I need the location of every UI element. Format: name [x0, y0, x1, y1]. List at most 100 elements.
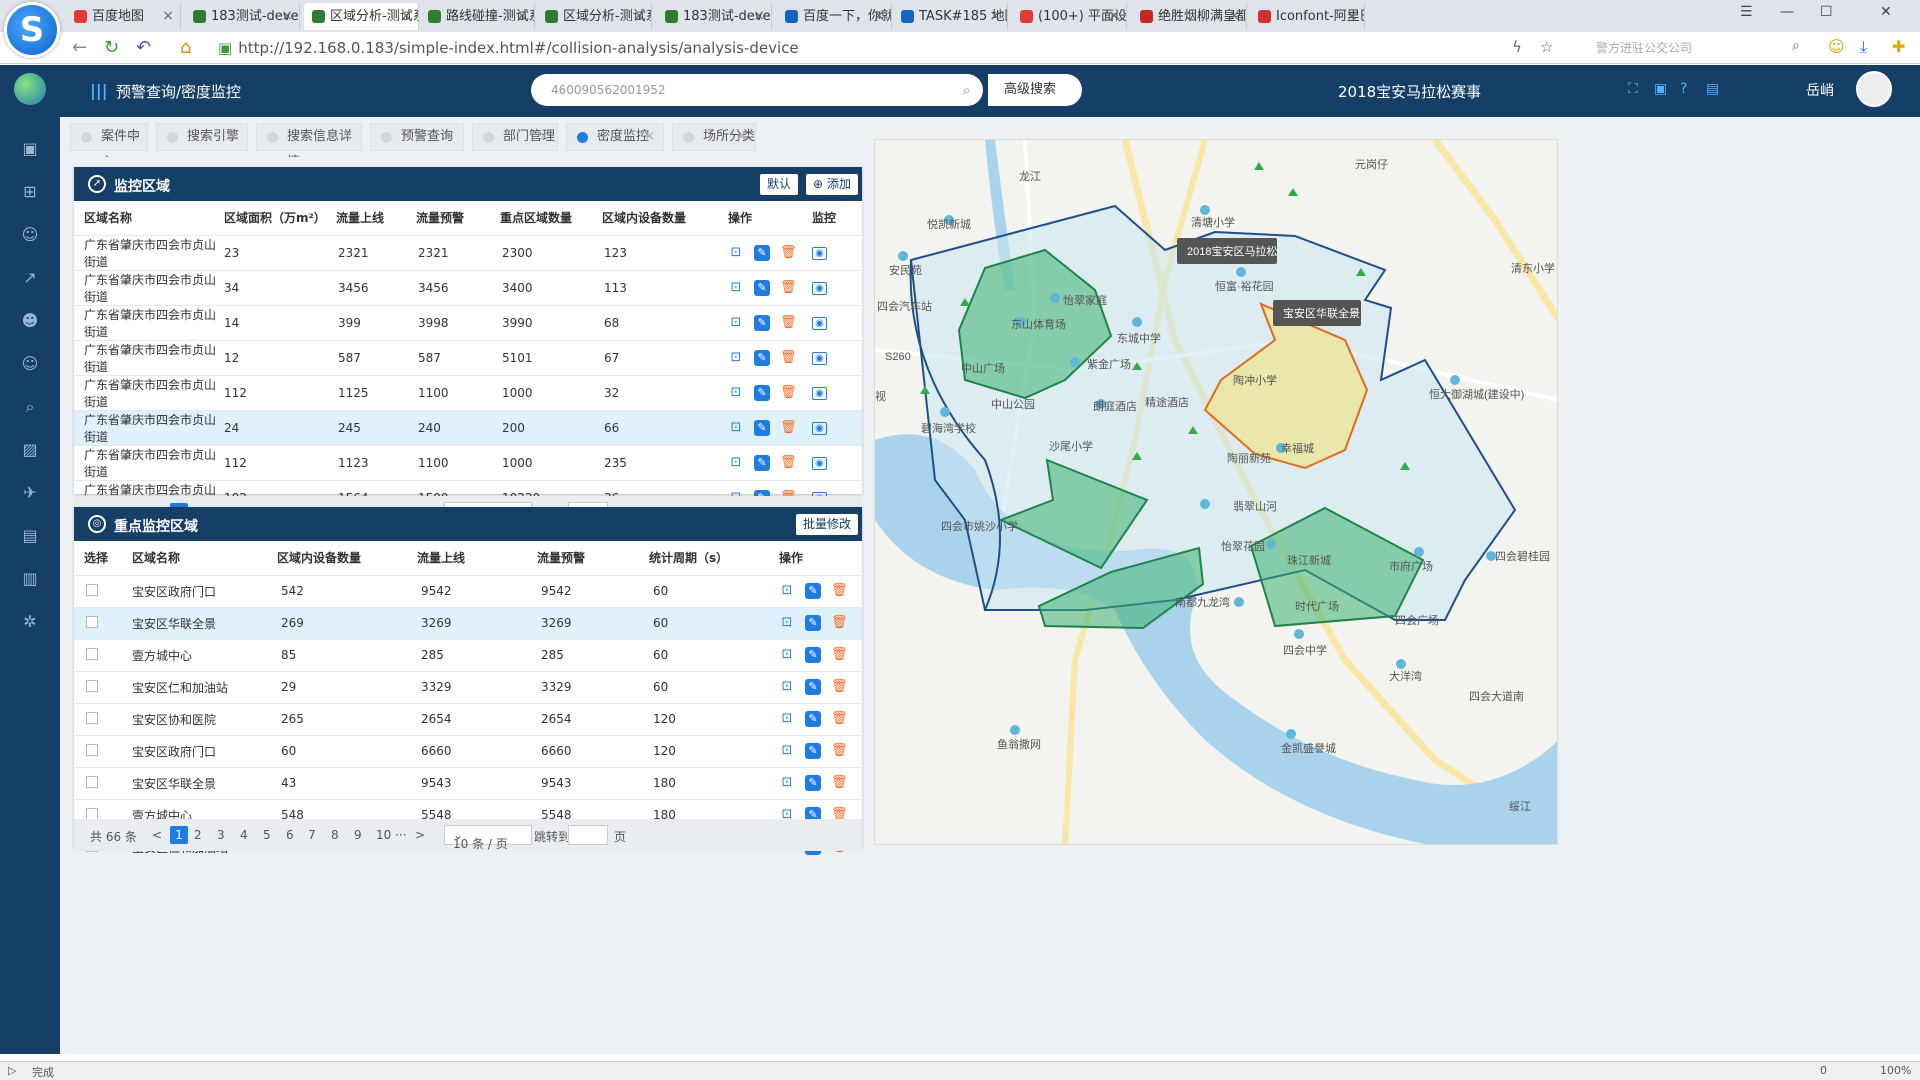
page-number[interactable]: 3: [217, 828, 225, 842]
page-number[interactable]: 1: [170, 826, 188, 844]
unlock-icon[interactable]: ⊡: [728, 315, 744, 331]
browser-tab[interactable]: Iconfont-阿里巴 ×: [1250, 3, 1365, 30]
delete-icon[interactable]: 🗑: [780, 455, 797, 471]
edit-icon[interactable]: ✎: [805, 775, 821, 791]
browser-tab[interactable]: 百度地图 ×: [66, 3, 181, 30]
edit-icon[interactable]: ✎: [754, 314, 770, 331]
page-size-select[interactable]: 10 条 / 页 ⌄: [444, 825, 532, 851]
browser-tab[interactable]: 路线碰撞-测试系 ×: [420, 3, 535, 30]
tab-3[interactable]: 预警查询 ×: [370, 123, 464, 151]
table-row[interactable]: 广东省肇庆市四会市贞山街道 112 1123 1100 1000 235 ⊡ ✎ 🗑 ◉: [74, 444, 862, 480]
unlock-icon[interactable]: ⊡: [779, 743, 795, 759]
tab-5[interactable]: 密度监控 ×: [566, 123, 664, 151]
page-number[interactable]: 8: [331, 828, 339, 842]
default-button[interactable]: 默认: [760, 174, 798, 195]
url-field[interactable]: ▣ http://192.168.0.183/simple-index.html#…: [218, 36, 1478, 60]
close-tab-icon[interactable]: ×: [736, 124, 747, 150]
close-tab-icon[interactable]: ×: [516, 3, 528, 30]
close-tab-icon[interactable]: ×: [400, 3, 412, 30]
row-checkbox[interactable]: [86, 711, 98, 724]
network-icon[interactable]: ✲: [18, 610, 42, 634]
map-view[interactable]: 元岗仔悦凯新城 清塘小学安民苑恒富·裕花园怡翠家庭东山体育场东城中学 清东小学宝安区…: [874, 139, 1558, 845]
close-tab-icon[interactable]: ×: [753, 3, 765, 30]
minimize-icon[interactable]: —: [1780, 4, 1794, 20]
unlock-icon[interactable]: ⊡: [728, 385, 744, 401]
browser-tab[interactable]: (100+) 平面设计×: [1012, 3, 1127, 30]
search-icon[interactable]: ⌕: [963, 74, 971, 106]
unlock-icon[interactable]: ⊡: [728, 280, 744, 296]
unlock-icon[interactable]: ⊡: [779, 615, 795, 631]
page-number[interactable]: 5: [263, 828, 271, 842]
search-area-icon[interactable]: ⌕: [18, 395, 42, 419]
smile-icon[interactable]: ☺: [1828, 37, 1845, 56]
delete-icon[interactable]: 🗑: [831, 583, 848, 599]
table-row[interactable]: 宝安区华联全景 43 9543 9543 180 ⊡ ✎ 🗑: [74, 766, 862, 799]
delete-icon[interactable]: 🗑: [831, 615, 848, 631]
browser-tab[interactable]: 百度一下，你就 ×: [777, 3, 892, 30]
eye-icon[interactable]: ◉: [812, 457, 827, 470]
delete-icon[interactable]: 🗑: [780, 350, 797, 366]
browser-tab[interactable]: 区域分析-测试系 ×: [304, 3, 419, 30]
close-tab-icon[interactable]: ×: [128, 124, 139, 150]
delete-icon[interactable]: 🗑: [831, 775, 848, 791]
tab-4[interactable]: 部门管理 ×: [472, 123, 558, 151]
tab-0[interactable]: 案件中心×: [70, 123, 148, 170]
close-tab-icon[interactable]: ×: [444, 124, 455, 150]
jump-page-input[interactable]: [568, 825, 608, 845]
close-tab-icon[interactable]: ×: [162, 3, 174, 30]
edit-icon[interactable]: ✎: [805, 711, 821, 727]
unlock-icon[interactable]: ⊡: [728, 350, 744, 366]
row-checkbox[interactable]: [86, 583, 98, 596]
table-row[interactable]: 宝安区协和医院 265 2654 2654 120 ⊡ ✎ 🗑: [74, 702, 862, 735]
close-tab-icon[interactable]: ×: [644, 124, 655, 150]
run-icon[interactable]: ✈: [18, 481, 42, 505]
prev-page-button[interactable]: <: [152, 828, 162, 842]
table-row[interactable]: 广东省肇庆市四会市贞山街道 23 2321 2321 2300 123 ⊡ ✎ 🗑 ◉: [74, 234, 862, 270]
maximize-icon[interactable]: ☐: [1820, 4, 1833, 20]
delete-icon[interactable]: 🗑: [780, 280, 797, 296]
row-checkbox[interactable]: [86, 743, 98, 756]
download-icon[interactable]: ⤓: [1860, 37, 1867, 57]
star-icon[interactable]: ☆: [1540, 38, 1553, 56]
page-number[interactable]: 10 ···: [376, 828, 407, 842]
close-tab-icon[interactable]: ×: [873, 3, 885, 30]
table-row[interactable]: 宝安区政府门口 60 6660 6660 120 ⊡ ✎ 🗑: [74, 734, 862, 767]
users-icon[interactable]: ☺: [18, 223, 42, 247]
table-row[interactable]: 广东省肇庆市四会市贞山街道 112 1125 1100 1000 32 ⊡ ✎ 🗑 ◉: [74, 374, 862, 410]
close-tab-icon[interactable]: ×: [281, 3, 293, 30]
page-number[interactable]: 9: [354, 828, 362, 842]
add-button[interactable]: ⊕ 添加: [806, 174, 858, 195]
delete-icon[interactable]: 🗑: [780, 385, 797, 401]
tab-6[interactable]: 场所分类 ×: [672, 123, 756, 151]
lock-icon[interactable]: ▣: [1654, 81, 1667, 97]
refresh-icon[interactable]: ↻: [104, 37, 119, 58]
edit-icon[interactable]: ✎: [754, 244, 770, 261]
eye-icon[interactable]: ◉: [812, 247, 827, 260]
edit-icon[interactable]: ✎: [805, 743, 821, 759]
map-canvas[interactable]: 元岗仔悦凯新城 清塘小学安民苑恒富·裕花园怡翠家庭东山体育场东城中学 清东小学宝安区…: [875, 140, 1558, 845]
close-tab-icon[interactable]: ×: [633, 3, 645, 30]
browser-tab[interactable]: 183测试-develo×: [185, 3, 300, 30]
unlock-icon[interactable]: ⊡: [779, 775, 795, 791]
extension-icon[interactable]: ✚: [1892, 37, 1905, 56]
bookmark-icon[interactable]: ▤: [1706, 81, 1719, 97]
tab-2[interactable]: 搜索信息详情×: [256, 123, 362, 170]
eye-icon[interactable]: ◉: [812, 352, 827, 365]
browser-menu-icon[interactable]: ☰: [1740, 4, 1753, 20]
map-tooltip-marathon[interactable]: 2018宝安区马拉松: [1177, 238, 1277, 264]
tab-1[interactable]: 搜索引擎 ×: [156, 123, 248, 151]
monitor-icon[interactable]: ▥: [18, 567, 42, 591]
row-checkbox[interactable]: [86, 615, 98, 628]
person-search-icon[interactable]: ☺: [18, 352, 42, 376]
home-icon[interactable]: ⌂: [180, 37, 191, 58]
unlock-icon[interactable]: ⊡: [728, 245, 744, 261]
delete-icon[interactable]: 🗑: [780, 315, 797, 331]
close-tab-icon[interactable]: ×: [1228, 3, 1240, 30]
username[interactable]: 岳峭: [1806, 80, 1834, 100]
browser-search-input[interactable]: 警方进驻公交公司: [1596, 36, 1806, 60]
delete-icon[interactable]: 🗑: [831, 711, 848, 727]
route-icon[interactable]: ↗: [18, 266, 42, 290]
edit-icon[interactable]: ✎: [754, 454, 770, 471]
delete-icon[interactable]: 🗑: [831, 647, 848, 663]
close-tab-icon[interactable]: ×: [989, 3, 1001, 30]
